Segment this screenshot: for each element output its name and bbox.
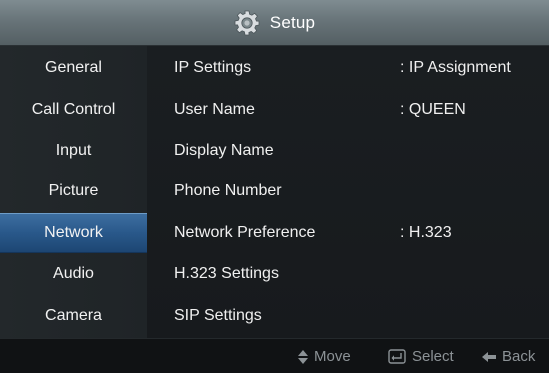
up-down-arrows-icon bbox=[298, 349, 308, 364]
move-hint: Move bbox=[298, 348, 351, 365]
setting-row-sip-settings[interactable]: SIP Settings bbox=[147, 296, 549, 336]
sidebar-item-general[interactable]: General bbox=[0, 48, 147, 88]
sidebar-item-label: Input bbox=[55, 142, 92, 159]
setting-row-network-preference[interactable]: Network Preference : H.323 bbox=[147, 213, 549, 253]
sidebar-item-label: Audio bbox=[53, 265, 94, 282]
setting-row-h323-settings[interactable]: H.323 Settings bbox=[147, 254, 549, 294]
sidebar-item-camera[interactable]: Camera bbox=[0, 296, 147, 336]
network-settings-panel: IP Settings : IP Assignment User Name : … bbox=[147, 46, 549, 338]
setting-label: SIP Settings bbox=[174, 307, 262, 324]
setup-screen: Setup General Call Control Input Picture… bbox=[0, 0, 549, 373]
setting-label: Network Preference bbox=[174, 224, 316, 241]
setting-label: User Name bbox=[174, 101, 255, 118]
setting-row-user-name[interactable]: User Name : QUEEN bbox=[147, 90, 549, 130]
setting-value: : IP Assignment bbox=[400, 59, 511, 76]
sidebar-item-label: Network bbox=[44, 224, 103, 241]
page-title: Setup bbox=[269, 12, 316, 32]
setting-value: : QUEEN bbox=[400, 101, 466, 118]
gear-icon bbox=[234, 10, 260, 35]
sidebar-item-picture[interactable]: Picture bbox=[0, 171, 147, 211]
sidebar-item-network[interactable]: Network bbox=[0, 213, 147, 253]
select-hint: Select bbox=[388, 348, 454, 365]
back-arrow-icon bbox=[482, 351, 496, 362]
back-hint: Back bbox=[482, 348, 535, 365]
setting-row-phone-number[interactable]: Phone Number bbox=[147, 171, 549, 211]
setting-label: Display Name bbox=[174, 142, 274, 159]
setting-label: H.323 Settings bbox=[174, 265, 279, 282]
sidebar-item-label: General bbox=[45, 59, 102, 76]
title-bar: Setup bbox=[0, 0, 549, 46]
select-hint-label: Select bbox=[412, 348, 454, 365]
sidebar: General Call Control Input Picture Netwo… bbox=[0, 46, 147, 338]
sidebar-item-call-control[interactable]: Call Control bbox=[0, 90, 147, 130]
setting-row-display-name[interactable]: Display Name bbox=[147, 131, 549, 171]
key-hint-bar: Move Select Back bbox=[0, 338, 549, 373]
enter-key-icon bbox=[388, 349, 406, 364]
move-hint-label: Move bbox=[314, 348, 351, 365]
sidebar-item-label: Camera bbox=[45, 307, 102, 324]
back-hint-label: Back bbox=[502, 348, 536, 365]
sidebar-item-label: Call Control bbox=[31, 101, 116, 118]
sidebar-item-label: Picture bbox=[48, 182, 99, 199]
sidebar-item-audio[interactable]: Audio bbox=[0, 254, 147, 294]
setting-label: IP Settings bbox=[174, 59, 252, 76]
setting-row-ip-settings[interactable]: IP Settings : IP Assignment bbox=[147, 48, 549, 88]
setting-value: : H.323 bbox=[400, 224, 452, 241]
sidebar-item-input[interactable]: Input bbox=[0, 131, 147, 171]
setting-label: Phone Number bbox=[174, 182, 282, 199]
